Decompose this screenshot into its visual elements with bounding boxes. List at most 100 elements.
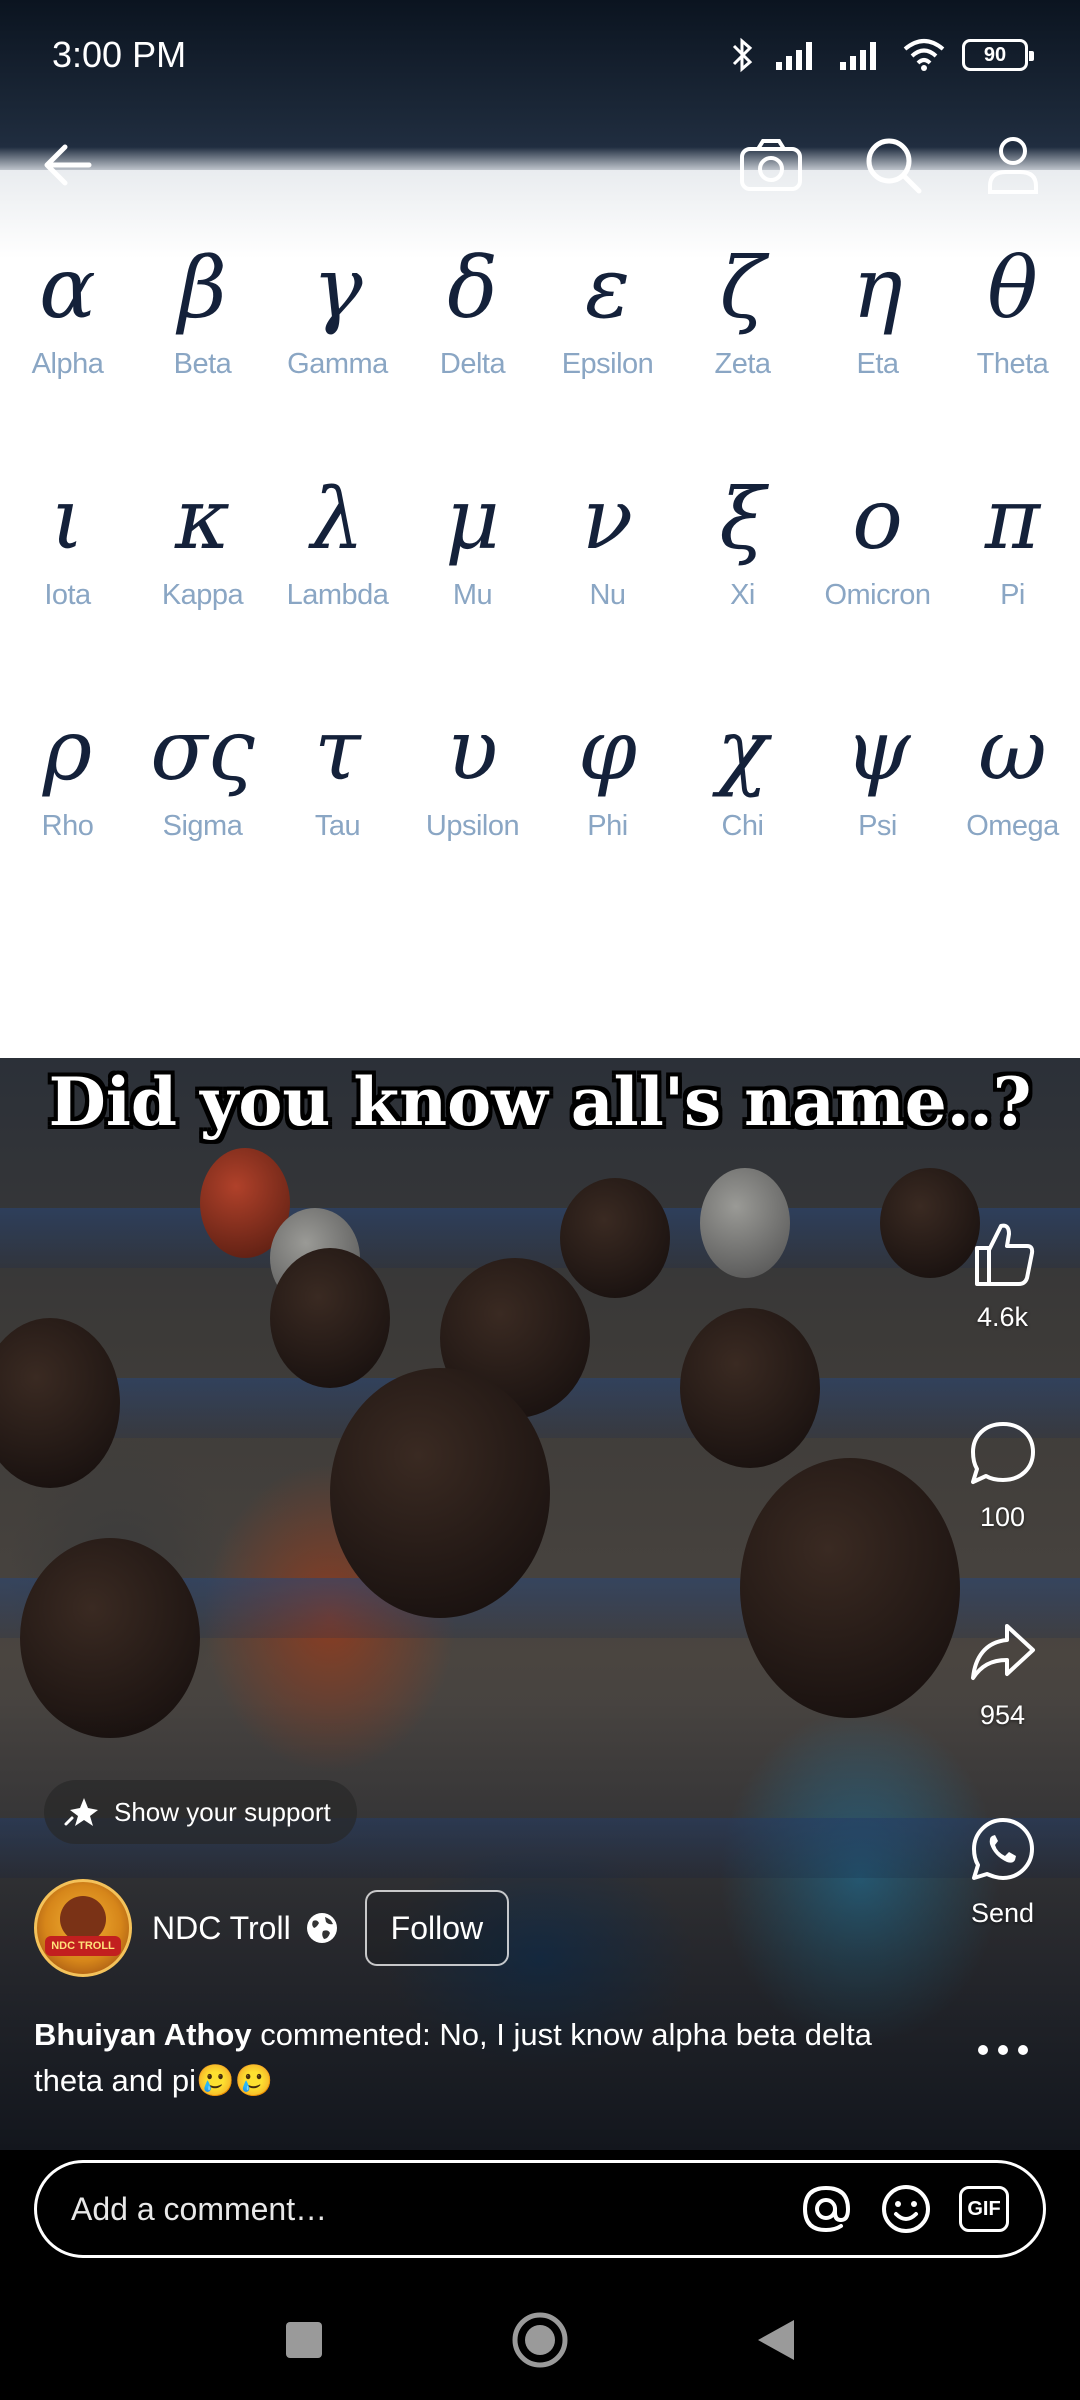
- emoji-icon[interactable]: [879, 2182, 933, 2236]
- dot: [978, 2045, 988, 2055]
- greek-symbol: ψ: [844, 701, 911, 799]
- bluetooth-icon: [732, 37, 753, 73]
- greek-symbol: ω: [978, 701, 1047, 799]
- mention-at-icon[interactable]: [799, 2182, 853, 2236]
- dot: [998, 2045, 1008, 2055]
- audience-head: [700, 1168, 790, 1278]
- greek-symbol: η: [852, 239, 903, 337]
- greek-symbol: γ: [312, 239, 363, 337]
- greek-symbol: τ: [314, 701, 361, 799]
- greek-symbol: λ: [310, 470, 365, 568]
- greek-symbol: ι: [51, 470, 84, 568]
- greek-name: Beta: [173, 348, 232, 380]
- greek-symbol: β: [178, 239, 227, 337]
- greek-name: Psi: [858, 810, 897, 842]
- audience-head: [330, 1368, 550, 1618]
- top-navigation: [0, 120, 1080, 210]
- greek-symbol: θ: [987, 239, 1038, 337]
- greek-symbol: φ: [578, 701, 637, 799]
- greek-name: Delta: [439, 348, 506, 380]
- share-count: 954: [979, 1700, 1026, 1730]
- greek-letter-delta: δ Delta: [405, 240, 540, 381]
- greek-name: Upsilon: [425, 810, 520, 842]
- sparkle-star-icon: [64, 1798, 98, 1826]
- greek-letter-phi: φ Phi: [540, 702, 675, 843]
- wifi-icon: [903, 39, 945, 71]
- dot: [1018, 2045, 1028, 2055]
- greek-name: Omicron: [824, 579, 931, 611]
- system-navigation-bar: [0, 2290, 1080, 2380]
- more-options-button[interactable]: [960, 2030, 1046, 2070]
- greek-letter-kappa: κ Kappa: [135, 471, 270, 612]
- send-label: Send: [970, 1898, 1035, 1928]
- greek-symbol: ζ: [719, 239, 766, 337]
- top-comment-preview[interactable]: Bhuiyan Athoy commented: No, I just know…: [34, 2012, 874, 2104]
- greek-name: Pi: [1000, 579, 1025, 611]
- greek-letter-iota: ι Iota: [0, 471, 135, 612]
- greek-letter-psi: ψ Psi: [810, 702, 945, 843]
- greek-name: Lambda: [286, 579, 389, 611]
- greek-letter-omicron: ο Omicron: [810, 471, 945, 612]
- send-whatsapp-button[interactable]: Send: [950, 1814, 1055, 1929]
- like-count: 4.6k: [976, 1302, 1029, 1332]
- profile-button[interactable]: [968, 120, 1058, 210]
- greek-symbol: ξ: [719, 470, 766, 568]
- avatar-text: NDC TROLL: [45, 1936, 121, 1956]
- greek-letter-tau: τ Tau: [270, 702, 405, 843]
- greek-name: Tau: [314, 810, 361, 842]
- greek-name: Phi: [587, 810, 628, 842]
- greek-letter-gamma: γ Gamma: [270, 240, 405, 381]
- audience-head: [560, 1178, 670, 1298]
- comment-author: Bhuiyan Athoy: [34, 2017, 252, 2052]
- camera-button[interactable]: [726, 120, 816, 210]
- greek-letter-rho: ρ Rho: [0, 702, 135, 843]
- comment-input[interactable]: Add a comment… GIF: [34, 2160, 1046, 2258]
- signal-icon: [776, 42, 812, 70]
- greek-symbol: ν: [581, 470, 634, 568]
- greek-symbol: μ: [445, 470, 500, 568]
- greek-letter-eta: η Eta: [810, 240, 945, 381]
- globe-icon: [305, 1911, 339, 1945]
- home-button[interactable]: [500, 2300, 580, 2380]
- share-button[interactable]: 954: [950, 1616, 1055, 1731]
- recents-button[interactable]: [264, 2300, 344, 2380]
- greek-name: Xi: [730, 579, 755, 611]
- back-button[interactable]: [22, 120, 112, 210]
- avatar[interactable]: NDC TROLL: [34, 1879, 132, 1977]
- show-support-button[interactable]: Show your support: [44, 1780, 357, 1844]
- greek-alphabet-grid: α Alpha β Beta γ Gamma δ Delta ε Epsilon ζ Zeta η Eta…: [0, 240, 1080, 843]
- status-time: 3:00 PM: [52, 34, 187, 75]
- follow-button[interactable]: Follow: [364, 1890, 510, 1966]
- greek-letter-chi: χ Chi: [675, 702, 810, 843]
- greek-symbol: α: [39, 239, 96, 337]
- greek-name: Gamma: [287, 348, 388, 380]
- like-button[interactable]: 4.6k: [950, 1218, 1055, 1333]
- video-caption: Did you know all's name..?: [48, 1063, 1032, 1141]
- profile-icon: [988, 137, 1038, 194]
- triangle-back-icon: [758, 2320, 794, 2360]
- square-icon: [286, 2322, 322, 2358]
- author-name[interactable]: NDC Troll: [152, 1910, 291, 1947]
- greek-letter-beta: β Beta: [135, 240, 270, 381]
- audience-head: [680, 1308, 820, 1468]
- battery-level: 90: [983, 43, 1007, 66]
- greek-name: Alpha: [31, 348, 104, 380]
- comment-button[interactable]: 100: [950, 1418, 1055, 1533]
- search-button[interactable]: [848, 120, 938, 210]
- greek-letter-nu: ν Nu: [540, 471, 675, 612]
- greek-letter-upsilon: υ Upsilon: [405, 702, 540, 843]
- greek-symbol: κ: [174, 470, 231, 568]
- greek-letter-xi: ξ Xi: [675, 471, 810, 612]
- greek-letter-zeta: ζ Zeta: [675, 240, 810, 381]
- back-nav-button[interactable]: [736, 2300, 816, 2380]
- back-arrow-icon: [44, 144, 92, 186]
- greek-name: Kappa: [161, 579, 244, 611]
- greek-name: Mu: [452, 579, 493, 611]
- greek-name: Chi: [721, 810, 764, 842]
- greek-alphabet-panel: α Alpha β Beta γ Gamma δ Delta ε Epsilon ζ Zeta η Eta…: [0, 170, 1080, 1058]
- greek-name: Theta: [976, 348, 1049, 380]
- greek-letter-epsilon: ε Epsilon: [540, 240, 675, 381]
- audience-head: [270, 1248, 390, 1388]
- greek-symbol: π: [984, 470, 1041, 568]
- gif-button[interactable]: GIF: [959, 2186, 1009, 2232]
